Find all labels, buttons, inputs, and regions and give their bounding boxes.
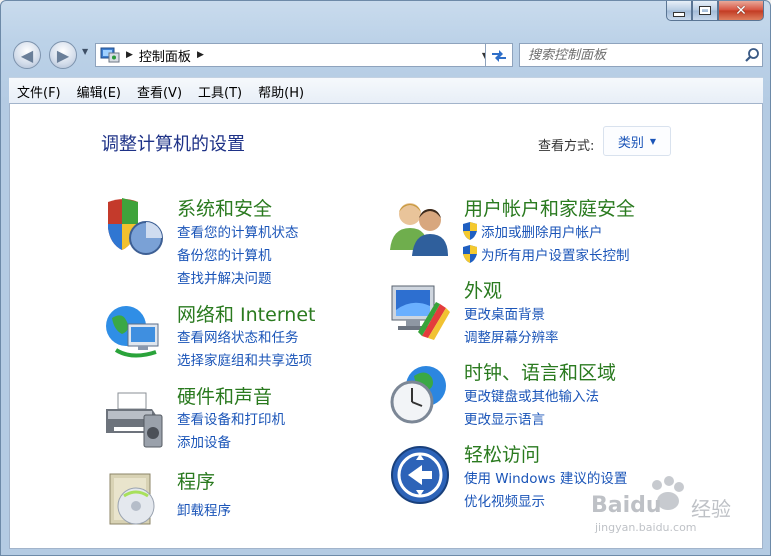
link-troubleshoot[interactable]: 查找并解决问题 [177,267,272,287]
caption-buttons: ✕ [666,1,764,23]
back-button[interactable]: ◀ [13,41,41,69]
shield-pie-icon [108,198,163,255]
arrow-right-icon: ▶ [56,45,70,65]
breadcrumb-separator-icon[interactable]: ▶ [197,50,204,60]
watermark-brand: Baidu [591,493,662,518]
monitor-palette-icon [391,285,450,340]
minimize-icon [673,12,685,17]
navigation-bar: ◀ ▶ ▼ ▶ 控制面板 ▶ ▼ [11,39,764,71]
maximize-button[interactable] [692,1,718,21]
category-title-hardware-sound[interactable]: 硬件和声音 [177,382,272,409]
baidu-jingyan-watermark: Baidu 经验 jingyan.baidu.com [591,471,761,541]
category-title-user-accounts[interactable]: 用户帐户和家庭安全 [464,194,635,221]
watermark-url: jingyan.baidu.com [595,521,697,534]
menu-file[interactable]: 文件(F) [9,78,69,104]
link-change-input-method[interactable]: 更改键盘或其他输入法 [464,385,599,405]
page-title: 调整计算机的设置 [101,134,245,155]
watermark-brand-cn: 经验 [691,497,731,521]
arrow-left-icon: ◀ [20,45,34,65]
link-change-desktop-background[interactable]: 更改桌面背景 [464,303,545,323]
minimize-button[interactable] [666,1,692,21]
menu-edit[interactable]: 编辑(E) [69,78,129,104]
users-icon [390,203,448,256]
chevron-down-icon: ▼ [649,136,657,146]
search-input[interactable] [520,47,742,63]
network-globe-icon [106,306,159,358]
category-title-network-internet[interactable]: 网络和 Internet [177,300,315,327]
category-title-ease-of-access[interactable]: 轻松访问 [464,440,540,467]
link-view-computer-status[interactable]: 查看您的计算机状态 [177,221,299,241]
link-network-status[interactable]: 查看网络状态和任务 [177,326,299,346]
menu-tools[interactable]: 工具(T) [190,78,250,104]
category-title-system-security[interactable]: 系统和安全 [177,194,272,221]
breadcrumb-control-panel[interactable]: 控制面板 [139,46,191,65]
search-icon[interactable] [742,45,762,65]
refresh-icon [492,50,506,62]
uac-shield-icon [463,245,477,263]
view-by-dropdown[interactable]: 类别 ▼ [603,126,671,156]
link-adjust-resolution[interactable]: 调整屏幕分辨率 [464,326,559,346]
close-icon: ✕ [735,2,747,19]
address-bar[interactable]: ▶ 控制面板 ▶ ▼ [95,43,495,67]
breadcrumb-separator-icon[interactable]: ▶ [126,50,133,60]
link-devices-printers[interactable]: 查看设备和打印机 [177,408,285,428]
category-title-appearance[interactable]: 外观 [464,276,502,303]
link-homegroup-sharing[interactable]: 选择家庭组和共享选项 [177,349,312,369]
refresh-button[interactable] [485,43,513,67]
menu-bar: 文件(F) 编辑(E) 查看(V) 工具(T) 帮助(H) [9,77,763,104]
menu-view[interactable]: 查看(V) [129,78,190,104]
programs-disc-icon [109,473,155,525]
category-title-programs[interactable]: 程序 [177,467,215,494]
menu-help[interactable]: 帮助(H) [250,78,312,104]
control-panel-icon [100,47,120,63]
ease-of-access-icon [391,446,449,504]
link-add-remove-accounts[interactable]: 添加或删除用户帐户 [462,221,603,241]
search-box[interactable] [519,43,763,67]
link-uninstall-program[interactable]: 卸载程序 [177,499,231,519]
clock-globe-icon [390,366,446,424]
link-add-device[interactable]: 添加设备 [177,431,231,451]
uac-shield-icon [463,222,477,240]
category-title-clock-language-region[interactable]: 时钟、语言和区域 [464,358,616,385]
link-parental-controls[interactable]: 为所有用户设置家长控制 [462,244,630,264]
close-button[interactable]: ✕ [718,1,764,21]
maximize-icon [699,6,711,15]
control-panel-window: ✕ ◀ ▶ ▼ ▶ 控制面板 ▶ ▼ [0,0,771,556]
recent-pages-dropdown[interactable]: ▼ [82,47,88,56]
link-backup-computer[interactable]: 备份您的计算机 [177,244,272,264]
view-by-label: 查看方式: [538,139,595,154]
view-by-value: 类别 [617,135,644,151]
forward-button[interactable]: ▶ [49,41,77,69]
printer-speaker-icon [106,392,163,448]
link-optimize-visual-display[interactable]: 优化视频显示 [464,490,545,510]
link-change-display-language[interactable]: 更改显示语言 [464,408,545,428]
